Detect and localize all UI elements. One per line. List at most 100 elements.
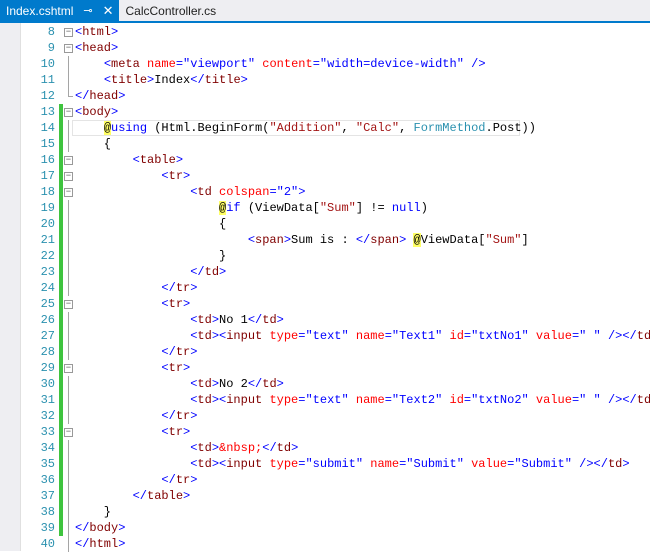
code-line[interactable]: 39 </body> [0,520,650,536]
code-token: body [89,521,119,535]
code-text: <tr> [75,296,190,312]
code-token: input [226,329,270,343]
line-number: 24 [40,281,55,295]
code-line[interactable]: 29− <tr> [0,360,650,376]
code-token: > [283,233,292,247]
collapse-icon[interactable]: − [64,156,73,165]
change-indicator [59,456,63,472]
code-token: "Sum" [319,201,356,215]
code-line[interactable]: 25− <tr> [0,296,650,312]
collapse-icon[interactable]: − [64,428,73,437]
code-line[interactable]: 14 @using (Html.BeginForm("Addition", "C… [0,120,650,136]
collapse-icon[interactable]: − [64,188,73,197]
code-token: </ [262,441,277,455]
code-token: type [269,329,299,343]
code-token: </ [75,521,90,535]
line-number: 23 [40,265,55,279]
tab-index-cshtml[interactable]: Index.cshtml ⊸ ✕ [0,0,120,21]
outline-line [68,264,69,280]
code-line[interactable]: 33− <tr> [0,424,650,440]
code-line[interactable]: 30 <td>No 2</td> [0,376,650,392]
code-line[interactable]: 36 </tr> [0,472,650,488]
close-icon[interactable]: ✕ [103,3,114,19]
change-indicator [59,440,63,456]
code-editor[interactable]: 8− <html> 9− <head> 10 <meta name="viewport"… [0,23,650,552]
code-line[interactable]: 16− <table> [0,152,650,168]
code-token: ="text" [298,329,356,343]
collapse-icon[interactable]: − [64,28,73,37]
outline-line [68,248,69,264]
code-token: > [111,41,119,55]
code-token: </ [132,489,148,503]
change-indicator [59,488,63,504]
code-line[interactable]: 35 <td><input type="submit" name="Submit… [0,456,650,472]
code-line[interactable]: 32 </tr> [0,408,650,424]
code-line[interactable]: 22 } [0,248,650,264]
code-line[interactable]: 10 <meta name="viewport" content="width=… [0,56,650,72]
code-line[interactable]: 8− <html> [0,24,650,40]
code-line[interactable]: 18− <td colspan="2"> [0,184,650,200]
code-line[interactable]: 31 <td><input type="text" name="Text2" i… [0,392,650,408]
collapse-icon[interactable]: − [64,300,73,309]
code-line[interactable]: 40 </html> [0,536,650,552]
code-line[interactable]: 13− <body> [0,104,650,120]
change-indicator [59,120,63,136]
code-token: input [226,457,270,471]
code-text: <td><input type="submit" name="Submit" v… [75,456,629,472]
code-line[interactable]: 38 } [0,504,650,520]
code-token: @ [103,121,112,135]
code-token: table [147,489,184,503]
code-line[interactable]: 15 { [0,136,650,152]
code-line[interactable]: 28 </tr> [0,344,650,360]
change-indicator [59,312,63,328]
code-token: ="Text1" [384,329,450,343]
code-line[interactable]: 11 <title>Index</title> [0,72,650,88]
code-token: (Html.BeginForm( [147,121,270,135]
code-line[interactable]: 21 <span>Sum is : </span> @ViewData["Sum… [0,232,650,248]
code-line[interactable]: 19 @if (ViewData["Sum"] != null) [0,200,650,216]
code-token: ="submit" [298,457,371,471]
change-indicator [59,296,63,312]
code-line[interactable]: 23 </td> [0,264,650,280]
code-line[interactable]: 34 <td>&nbsp;</td> [0,440,650,456]
code-token: ViewData[ [420,233,486,247]
collapse-icon[interactable]: − [64,172,73,181]
pin-icon[interactable]: ⊸ [83,4,92,17]
code-line[interactable]: 9− <head> [0,40,650,56]
line-number: 20 [40,217,55,231]
change-indicator [59,216,63,232]
code-text: <tr> [75,360,190,376]
line-number: 26 [40,313,55,327]
code-token: >< [211,393,227,407]
outline-line [68,312,69,328]
line-number: 28 [40,345,55,359]
code-token: > [291,441,299,455]
code-token: title [111,73,148,87]
collapse-icon[interactable]: − [64,44,73,53]
line-number: 18 [40,185,55,199]
code-token: "Sum" [485,233,522,247]
code-token: > [240,73,248,87]
collapse-icon[interactable]: − [64,364,73,373]
code-token: > [118,89,126,103]
collapse-icon[interactable]: − [64,108,73,117]
code-line[interactable]: 26 <td>No 1</td> [0,312,650,328]
code-token: td [197,393,212,407]
tab-calccontroller-cs[interactable]: CalcController.cs [119,0,222,21]
code-token: } [75,249,227,263]
code-line[interactable]: 12 </head> [0,88,650,104]
outline-line [68,488,69,504]
code-text: </td> [75,264,226,280]
code-text: <td><input type="text" name="Text1" id="… [75,328,650,344]
code-token: ="Text2" [384,393,450,407]
code-line[interactable]: 24 </tr> [0,280,650,296]
code-token: , [399,121,414,135]
code-line[interactable]: 37 </table> [0,488,650,504]
code-line[interactable]: 27 <td><input type="text" name="Text1" i… [0,328,650,344]
code-line[interactable]: 20 { [0,216,650,232]
code-line[interactable]: 17− <tr> [0,168,650,184]
code-text: <html> [75,24,118,40]
